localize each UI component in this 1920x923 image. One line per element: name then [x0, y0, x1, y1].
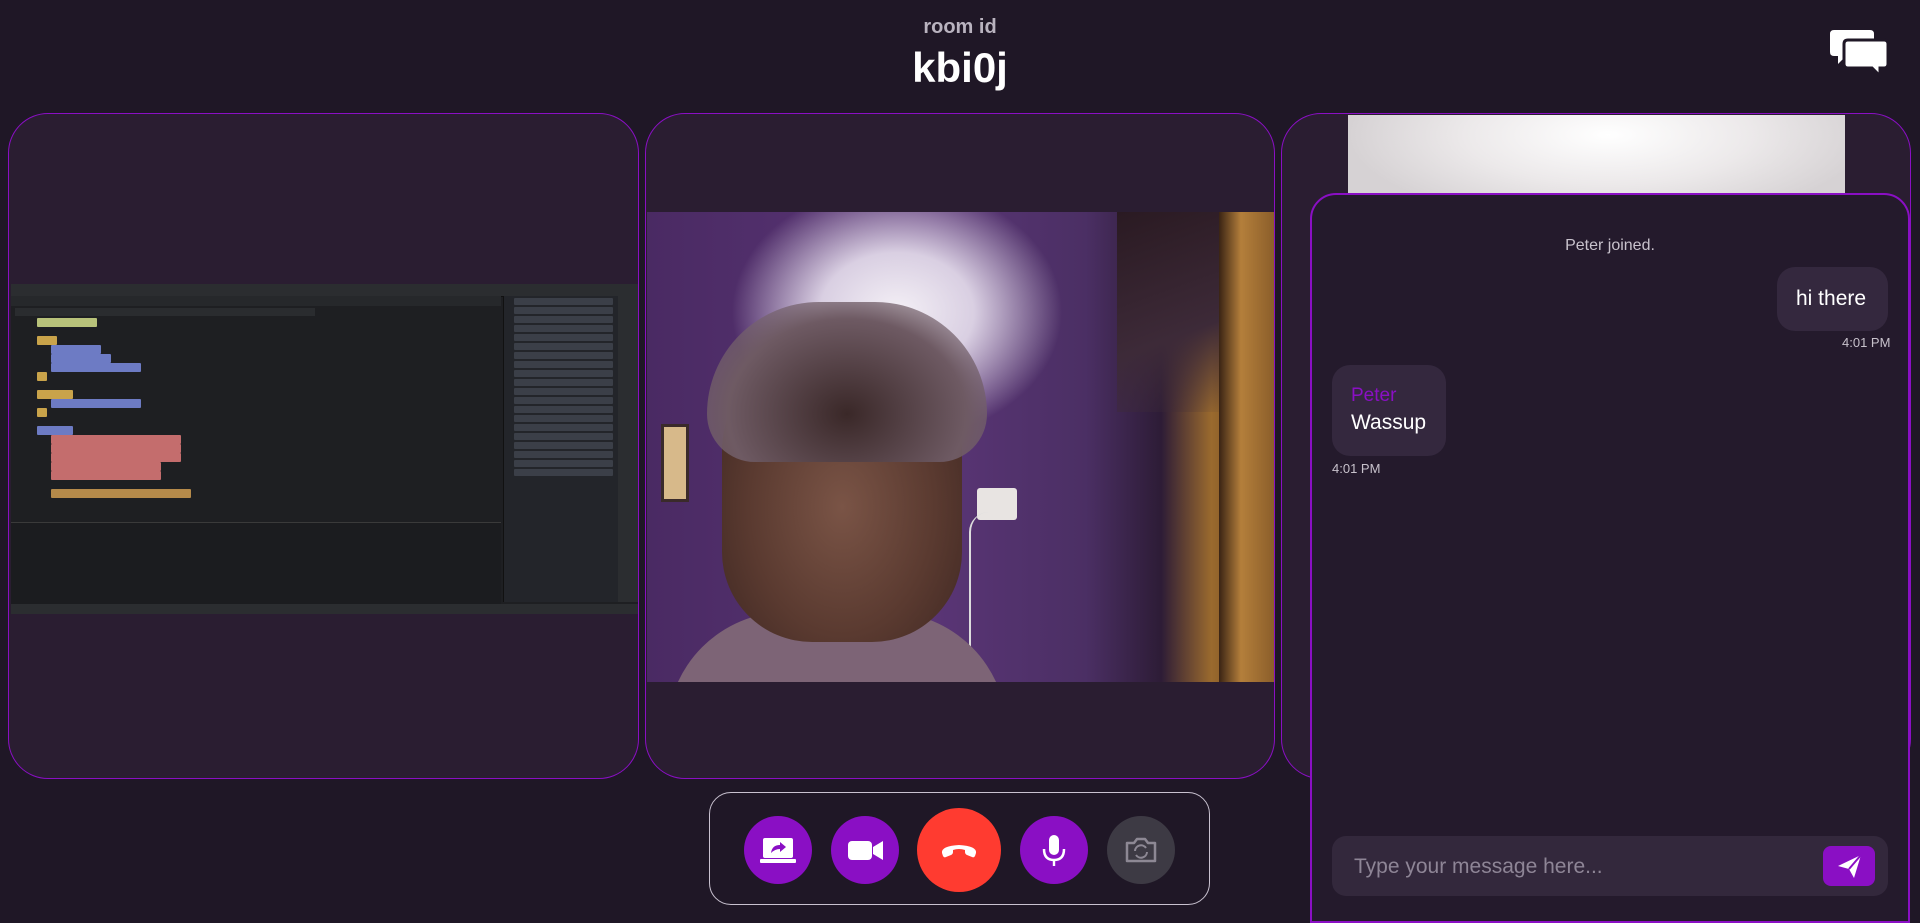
- share-screen-icon: [760, 838, 796, 863]
- chat-panel: Peter joined. hi there 4:01 PM Peter Was…: [1310, 193, 1910, 923]
- message-composer: [1332, 836, 1888, 896]
- message-input[interactable]: [1352, 852, 1816, 882]
- video-toggle-button[interactable]: [831, 816, 899, 884]
- participant-tile-screen-share: [8, 113, 639, 779]
- camera-video: [647, 212, 1274, 682]
- message-outgoing: hi there: [1777, 267, 1888, 331]
- send-button[interactable]: [1823, 846, 1875, 886]
- system-message: Peter joined.: [1565, 237, 1655, 254]
- message-time: 4:01 PM: [1332, 461, 1381, 476]
- microphone-icon: [1042, 835, 1066, 866]
- room-label: room id: [923, 16, 997, 38]
- shared-screen-video: [11, 284, 638, 614]
- chat-bubbles-icon[interactable]: [1830, 28, 1890, 82]
- share-screen-button[interactable]: [744, 816, 812, 884]
- microphone-toggle-button[interactable]: [1020, 816, 1088, 884]
- send-icon: [1838, 854, 1862, 878]
- phone-hangup-icon: [941, 845, 977, 858]
- message-incoming: Peter Wassup: [1332, 365, 1446, 456]
- call-controls: [709, 792, 1210, 905]
- end-call-button[interactable]: [917, 808, 1001, 892]
- message-text: Wassup: [1351, 411, 1427, 434]
- message-time: 4:01 PM: [1842, 335, 1891, 350]
- participant-tile-camera: [645, 113, 1275, 779]
- video-camera-icon: [848, 841, 883, 860]
- message-text: hi there: [1796, 287, 1867, 310]
- message-sender: Peter: [1351, 385, 1397, 406]
- remote-video: [1348, 115, 1845, 195]
- room-id: kbi0j: [912, 44, 1008, 91]
- camera-switch-icon: [1125, 837, 1157, 863]
- switch-camera-button[interactable]: [1107, 816, 1175, 884]
